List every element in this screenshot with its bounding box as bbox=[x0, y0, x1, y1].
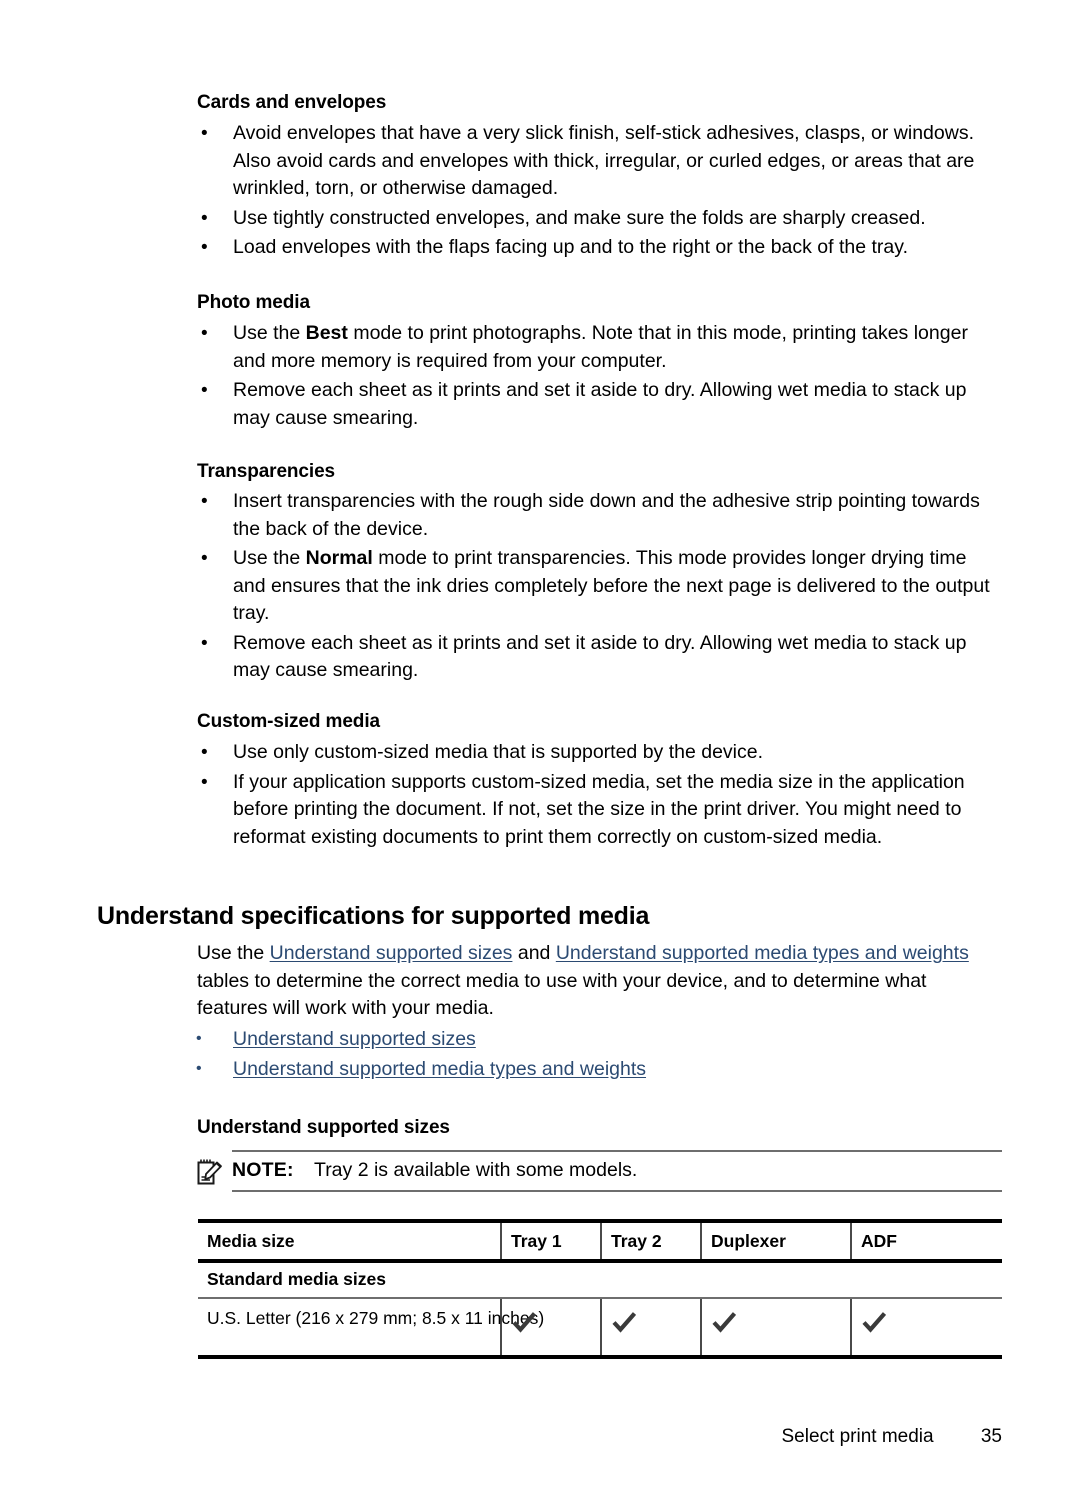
list-item-text: Use the Best mode to print photographs. … bbox=[233, 322, 968, 372]
bullet-icon: • bbox=[201, 548, 208, 569]
list-item-text: Use tightly constructed envelopes, and m… bbox=[233, 206, 926, 229]
table-group-row: Standard media sizes bbox=[198, 1263, 1002, 1297]
column-divider bbox=[850, 1299, 852, 1355]
link-understand-supported-sizes[interactable]: Understand supported sizes bbox=[233, 1028, 476, 1050]
list-item-text: Load envelopes with the flaps facing up … bbox=[233, 236, 908, 258]
section-heading-cards-and-envelopes: Cards and envelopes bbox=[197, 92, 387, 113]
bullet-icon: • bbox=[201, 742, 208, 763]
intro-paragraph: Use the Understand supported sizes and U… bbox=[197, 942, 969, 1019]
bullet-icon: • bbox=[201, 237, 208, 258]
list-item-text: Use only custom-sized media that is supp… bbox=[233, 741, 764, 763]
list-item: • Avoid envelopes that have a very slick… bbox=[197, 120, 997, 203]
note-text: Tray 2 is available with some models. bbox=[314, 1159, 638, 1181]
page-title: Understand specifications for supported … bbox=[97, 902, 650, 930]
column-header-tray-2: Tray 2 bbox=[611, 1231, 662, 1251]
column-divider bbox=[600, 1223, 602, 1259]
list-item-text: Remove each sheet as it prints and set i… bbox=[233, 631, 967, 682]
column-header-duplexer: Duplexer bbox=[711, 1231, 786, 1251]
section-heading-transparencies: Transparencies bbox=[197, 461, 336, 482]
check-mark-icon bbox=[861, 1309, 887, 1335]
link-list: • Understand supported sizes • Understan… bbox=[190, 1024, 1000, 1084]
page-footer: Select print media 35 bbox=[782, 1426, 1003, 1448]
list-item-text: Avoid envelopes that have a very slick f… bbox=[233, 122, 975, 199]
footer-chapter-title: Select print media bbox=[781, 1426, 934, 1447]
footer-page-number: 35 bbox=[980, 1426, 1002, 1447]
list-item: • Use only custom-sized media that is su… bbox=[197, 739, 997, 767]
bullet-icon: • bbox=[196, 1060, 202, 1077]
table-row: U.S. Letter (216 x 279 mm; 8.5 x 11 inch… bbox=[198, 1299, 1002, 1355]
link-understand-supported-media-types-and-weights[interactable]: Understand supported media types and wei… bbox=[233, 1058, 646, 1080]
bullet-list-cards-and-envelopes: • Avoid envelopes that have a very slick… bbox=[197, 120, 997, 264]
list-item: • Use tightly constructed envelopes, and… bbox=[197, 205, 997, 233]
list-item-text: Insert transparencies with the rough sid… bbox=[233, 490, 980, 540]
list-item: • Load envelopes with the flaps facing u… bbox=[197, 234, 997, 262]
bullet-icon: • bbox=[201, 380, 208, 401]
bullet-icon: • bbox=[201, 123, 208, 144]
column-divider bbox=[500, 1223, 502, 1259]
column-header-tray-1: Tray 1 bbox=[511, 1231, 562, 1251]
bullet-list-custom-sized-media: • Use only custom-sized media that is su… bbox=[197, 739, 997, 853]
section-heading-photo-media: Photo media bbox=[197, 292, 310, 313]
check-mark-icon bbox=[511, 1309, 537, 1335]
supported-sizes-table: Media size Tray 1 Tray 2 Duplexer ADF St… bbox=[198, 1219, 1002, 1359]
table-cell-media-size: U.S. Letter (216 x 279 mm; 8.5 x 11 inch… bbox=[207, 1308, 545, 1328]
bullet-list-photo-media: • Use the Best mode to print photographs… bbox=[197, 320, 997, 434]
section-heading-understand-supported-sizes: Understand supported sizes bbox=[197, 1117, 450, 1138]
list-item: • If your application supports custom-si… bbox=[197, 769, 997, 852]
table-bottom-border bbox=[198, 1355, 1002, 1359]
bullet-icon: • bbox=[196, 1030, 202, 1047]
document-page: Cards and envelopes • Avoid envelopes th… bbox=[0, 0, 1080, 1495]
bullet-icon: • bbox=[201, 491, 208, 512]
list-item-text: Use the Normal mode to print transparenc… bbox=[233, 547, 990, 624]
table-header-row: Media size Tray 1 Tray 2 Duplexer ADF bbox=[198, 1223, 1002, 1259]
note-pencil-icon bbox=[197, 1158, 223, 1186]
column-header-adf: ADF bbox=[861, 1231, 897, 1251]
note-bottom-rule bbox=[232, 1190, 1002, 1192]
column-divider bbox=[700, 1299, 702, 1355]
link-understand-supported-media-types-inline[interactable]: Understand supported media types and wei… bbox=[556, 942, 969, 964]
check-mark-icon bbox=[611, 1309, 637, 1335]
list-item: • Use the Best mode to print photographs… bbox=[197, 320, 997, 375]
link-understand-supported-sizes-inline[interactable]: Understand supported sizes bbox=[270, 942, 513, 964]
list-item[interactable]: • Understand supported media types and w… bbox=[190, 1054, 1000, 1084]
column-header-media-size: Media size bbox=[207, 1231, 295, 1251]
column-divider bbox=[850, 1223, 852, 1259]
bullet-icon: • bbox=[201, 207, 208, 229]
note-callout: NOTE: Tray 2 is available with some mode… bbox=[197, 1150, 1002, 1192]
bullet-icon: • bbox=[201, 632, 208, 654]
check-mark-icon bbox=[711, 1309, 737, 1335]
bullet-list-transparencies: • Insert transparencies with the rough s… bbox=[197, 488, 997, 687]
list-item-text: Remove each sheet as it prints and set i… bbox=[233, 379, 967, 429]
list-item[interactable]: • Understand supported sizes bbox=[190, 1024, 1000, 1054]
list-item: • Remove each sheet as it prints and set… bbox=[197, 630, 997, 685]
list-item: • Insert transparencies with the rough s… bbox=[197, 488, 997, 543]
note-label: NOTE: bbox=[232, 1159, 294, 1181]
table-group-title: Standard media sizes bbox=[207, 1269, 386, 1289]
section-heading-custom-sized-media: Custom-sized media bbox=[197, 711, 380, 732]
list-item: • Remove each sheet as it prints and set… bbox=[197, 377, 997, 432]
list-item: • Use the Normal mode to print transpare… bbox=[197, 545, 997, 628]
column-divider bbox=[700, 1223, 702, 1259]
bullet-icon: • bbox=[201, 771, 208, 793]
list-item-text: If your application supports custom-size… bbox=[233, 770, 965, 848]
bullet-icon: • bbox=[201, 323, 208, 344]
